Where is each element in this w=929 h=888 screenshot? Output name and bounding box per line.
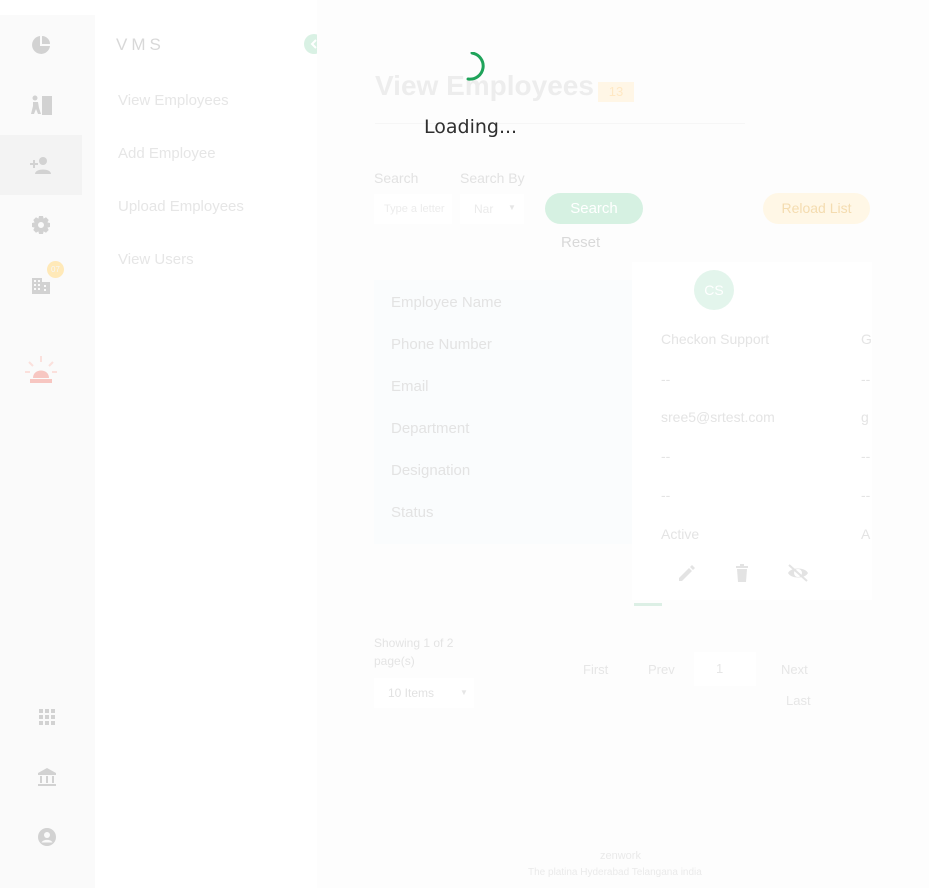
employee-department: -- (661, 448, 671, 464)
first-page-button[interactable]: First (583, 662, 608, 677)
add-person-icon (30, 157, 51, 174)
current-page-value: 1 (716, 661, 724, 676)
employee-designation: -- (661, 487, 671, 503)
building-icon (32, 278, 50, 294)
account-nav-item[interactable] (6, 807, 88, 867)
menu-link-upload-employees[interactable]: Upload Employees (118, 198, 244, 215)
row-label-department: Department (391, 420, 470, 437)
employee-2-name: G (861, 331, 872, 347)
employee-email: sree5@srtest.com (661, 409, 775, 425)
next-page-button[interactable]: Next (781, 662, 808, 677)
building-nav-item[interactable] (0, 255, 82, 315)
dashboard-nav-item[interactable] (0, 15, 82, 75)
apps-grid-icon (39, 709, 55, 725)
emergency-nav-item[interactable] (0, 340, 82, 400)
employee-2-email: g (861, 409, 869, 425)
avatar: CS (694, 270, 734, 310)
footer-address: The platina Hyderabad Telangana india (528, 867, 702, 878)
institution-nav-item[interactable] (6, 747, 88, 807)
reset-link[interactable]: Reset (561, 234, 600, 251)
employee-2-department: -- (861, 448, 871, 464)
employee-count-badge: 13 (598, 82, 634, 102)
showing-pages-text: Showing 1 of 2 page(s) (374, 636, 454, 668)
emergency-siren-icon (25, 356, 57, 383)
reload-list-button[interactable]: Reload List (763, 193, 870, 224)
menu-link-view-employees[interactable]: View Employees (118, 92, 229, 109)
delete-button[interactable] (731, 562, 753, 584)
side-menu (95, 0, 317, 888)
app-brand: VMS (116, 35, 165, 54)
settings-icon (32, 216, 50, 234)
employee-2-designation: -- (861, 487, 871, 503)
last-page-button[interactable]: Last (786, 693, 811, 708)
page-size-value: 10 Items (388, 686, 435, 700)
dashboard-icon (32, 36, 50, 54)
employee-status: Active (661, 526, 700, 542)
search-by-value: Nar (474, 202, 494, 216)
search-label: Search (374, 170, 419, 186)
horizontal-scroll-indicator[interactable] (634, 603, 662, 606)
prev-page-button[interactable]: Prev (648, 662, 675, 677)
employee-phone: -- (661, 371, 671, 387)
employee-name: Checkon Support (661, 331, 770, 347)
menu-link-add-employee[interactable]: Add Employee (118, 145, 216, 162)
chevron-down-icon: ▼ (508, 203, 516, 212)
chevron-down-icon: ▼ (460, 688, 468, 697)
building-notification-badge: 07 (47, 261, 64, 278)
search-button[interactable]: Search (545, 193, 643, 224)
employee-2-status: A (861, 526, 871, 542)
row-label-email: Email (391, 378, 429, 395)
row-label-designation: Designation (391, 462, 471, 479)
visitor-nav-item[interactable] (0, 75, 82, 135)
current-page-input[interactable]: 1 (694, 652, 756, 686)
edit-icon (679, 565, 695, 581)
employees-nav-item[interactable] (0, 135, 82, 195)
apps-nav-item[interactable] (6, 687, 88, 747)
row-label-employee-name: Employee Name (391, 294, 502, 311)
icon-rail (0, 15, 95, 888)
employee-card (632, 262, 872, 600)
search-by-label: Search By (460, 170, 525, 186)
search-input[interactable] (374, 194, 452, 224)
trash-icon (736, 564, 748, 582)
visitor-door-icon (31, 95, 52, 115)
eye-off-icon (788, 564, 808, 582)
hide-button[interactable] (787, 562, 809, 584)
institution-icon (38, 768, 56, 786)
loading-text: Loading... (424, 116, 518, 138)
settings-nav-item[interactable] (0, 195, 82, 255)
row-label-phone-number: Phone Number (391, 336, 492, 353)
loading-spinner-icon (466, 52, 485, 81)
footer-company: zenwork (600, 850, 641, 862)
menu-link-view-users[interactable]: View Users (118, 251, 194, 268)
account-icon (38, 828, 56, 846)
page-size-select[interactable]: 10 Items (374, 678, 474, 708)
row-label-status: Status (391, 504, 434, 521)
edit-button[interactable] (676, 562, 698, 584)
employee-2-phone: -- (861, 371, 871, 387)
